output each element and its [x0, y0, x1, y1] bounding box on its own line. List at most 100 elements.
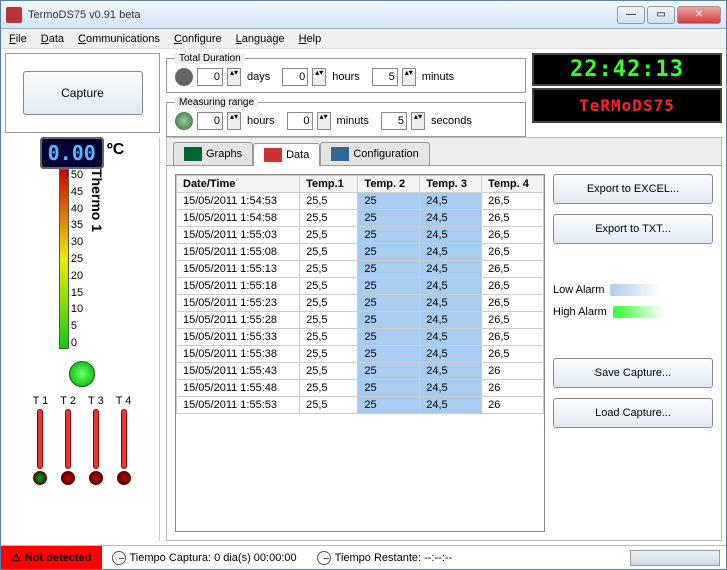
days-spinner[interactable]: ▴▾	[227, 68, 241, 86]
range-seconds-spinner[interactable]: ▴▾	[411, 112, 425, 130]
scale-tick: 35	[71, 219, 83, 231]
mini-thermometer: T 3	[88, 395, 104, 485]
table-cell: 26	[482, 397, 544, 414]
menu-configure[interactable]: Configure	[174, 33, 222, 45]
table-cell: 15/05/2011 1:55:43	[177, 363, 300, 380]
column-header[interactable]: Temp. 2	[358, 176, 420, 193]
range-minuts-label: minuts	[337, 115, 369, 127]
minuts-spinner[interactable]: ▴▾	[402, 68, 416, 86]
scale-tick: 10	[71, 303, 83, 315]
table-cell: 15/05/2011 1:55:13	[177, 261, 300, 278]
scale-tick: 5	[71, 320, 83, 332]
table-row[interactable]: 15/05/2011 1:55:4825,52524,526	[177, 380, 544, 397]
low-alarm-swatch	[610, 284, 660, 296]
menu-communications[interactable]: Communications	[78, 33, 160, 45]
high-alarm-swatch	[613, 306, 663, 318]
range-hours-spinner[interactable]: ▴▾	[227, 112, 241, 130]
table-cell: 25	[358, 278, 420, 295]
column-header[interactable]: Temp. 3	[420, 176, 482, 193]
table-cell: 15/05/2011 1:55:03	[177, 227, 300, 244]
table-cell: 25	[358, 346, 420, 363]
table-cell: 25,5	[300, 193, 358, 210]
table-cell: 25	[358, 193, 420, 210]
clock-icon	[175, 68, 193, 86]
scale-tick: 20	[71, 270, 83, 282]
table-row[interactable]: 15/05/2011 1:55:2825,52524,526,5	[177, 312, 544, 329]
table-row[interactable]: 15/05/2011 1:54:5325,52524,526,5	[177, 193, 544, 210]
export-txt-button[interactable]: Export to TXT...	[553, 214, 713, 244]
table-row[interactable]: 15/05/2011 1:55:0825,52524,526,5	[177, 244, 544, 261]
range-hours-label: hours	[247, 115, 275, 127]
range-minuts-field[interactable]: 0	[287, 112, 313, 130]
minimize-button[interactable]: —	[617, 6, 645, 24]
maximize-button[interactable]: ▭	[647, 6, 675, 24]
data-table-container[interactable]: Date/TimeTemp.1Temp. 2Temp. 3Temp. 415/0…	[175, 174, 545, 532]
table-cell: 15/05/2011 1:55:23	[177, 295, 300, 312]
table-cell: 15/05/2011 1:55:18	[177, 278, 300, 295]
table-row[interactable]: 15/05/2011 1:55:4325,52524,526	[177, 363, 544, 380]
scale-tick: 50	[71, 169, 83, 181]
column-header[interactable]: Date/Time	[177, 176, 300, 193]
table-cell: 26,5	[482, 346, 544, 363]
column-header[interactable]: Temp. 4	[482, 176, 544, 193]
total-duration-group: Total Duration 0▴▾ days 0▴▾ hours 5▴▾ mi…	[166, 53, 526, 93]
table-cell: 15/05/2011 1:55:33	[177, 329, 300, 346]
load-capture-button[interactable]: Load Capture...	[553, 398, 713, 428]
range-hours-field[interactable]: 0	[197, 112, 223, 130]
table-cell: 25,5	[300, 346, 358, 363]
remaining-time-label: Tiempo Restante: --:--:--	[335, 552, 453, 564]
hours-field[interactable]: 0	[282, 68, 308, 86]
high-alarm-label: High Alarm	[553, 306, 607, 318]
table-cell: 26,5	[482, 278, 544, 295]
table-row[interactable]: 15/05/2011 1:55:1325,52524,526,5	[177, 261, 544, 278]
temperature-reading: 0.00	[40, 137, 104, 169]
status-bar: ⚠ Not detected Tiempo Captura: 0 dia(s) …	[1, 545, 726, 569]
table-row[interactable]: 15/05/2011 1:55:3825,52524,526,5	[177, 346, 544, 363]
tab-data[interactable]: Data	[253, 143, 320, 166]
table-row[interactable]: 15/05/2011 1:54:5825,52524,526,5	[177, 210, 544, 227]
tab-configuration[interactable]: Configuration	[320, 142, 429, 165]
capture-button[interactable]: Capture	[23, 71, 143, 115]
minuts-field[interactable]: 5	[372, 68, 398, 86]
column-header[interactable]: Temp.1	[300, 176, 358, 193]
table-cell: 26,5	[482, 227, 544, 244]
low-alarm-legend: Low Alarm	[553, 284, 713, 296]
thermometer-label: Thermo 1	[89, 169, 105, 232]
range-minuts-spinner[interactable]: ▴▾	[317, 112, 331, 130]
scale-tick: 45	[71, 186, 83, 198]
menu-help[interactable]: Help	[299, 33, 322, 45]
range-seconds-field[interactable]: 5	[381, 112, 407, 130]
table-cell: 25	[358, 295, 420, 312]
status-remaining-time: Tiempo Restante: --:--:--	[307, 546, 463, 569]
table-cell: 15/05/2011 1:55:48	[177, 380, 300, 397]
data-icon	[264, 148, 282, 162]
table-cell: 15/05/2011 1:55:38	[177, 346, 300, 363]
export-excel-button[interactable]: Export to EXCEL...	[553, 174, 713, 204]
menu-language[interactable]: Language	[236, 33, 285, 45]
table-row[interactable]: 15/05/2011 1:55:0325,52524,526,5	[177, 227, 544, 244]
table-row[interactable]: 15/05/2011 1:55:5325,52524,526	[177, 397, 544, 414]
scale-tick: 15	[71, 287, 83, 299]
tab-graphs[interactable]: Graphs	[173, 142, 253, 165]
menu-file[interactable]: File	[9, 33, 27, 45]
table-row[interactable]: 15/05/2011 1:55:3325,52524,526,5	[177, 329, 544, 346]
table-cell: 24,5	[420, 329, 482, 346]
close-button[interactable]: ✕	[677, 6, 721, 24]
table-cell: 15/05/2011 1:55:28	[177, 312, 300, 329]
mini-thermometer: T 1	[33, 395, 49, 485]
table-row[interactable]: 15/05/2011 1:55:1825,52524,526,5	[177, 278, 544, 295]
table-row[interactable]: 15/05/2011 1:55:2325,52524,526,5	[177, 295, 544, 312]
menu-data[interactable]: Data	[41, 33, 64, 45]
days-field[interactable]: 0	[197, 68, 223, 86]
hours-spinner[interactable]: ▴▾	[312, 68, 326, 86]
status-not-detected: ⚠ Not detected	[1, 546, 102, 569]
table-cell: 24,5	[420, 312, 482, 329]
days-label: days	[247, 71, 270, 83]
hours-label: hours	[332, 71, 360, 83]
save-capture-button[interactable]: Save Capture...	[553, 358, 713, 388]
measuring-range-legend: Measuring range	[175, 97, 258, 108]
mini-label: T 3	[88, 395, 104, 407]
mini-stem	[37, 409, 43, 469]
table-cell: 24,5	[420, 193, 482, 210]
mini-label: T 4	[116, 395, 132, 407]
